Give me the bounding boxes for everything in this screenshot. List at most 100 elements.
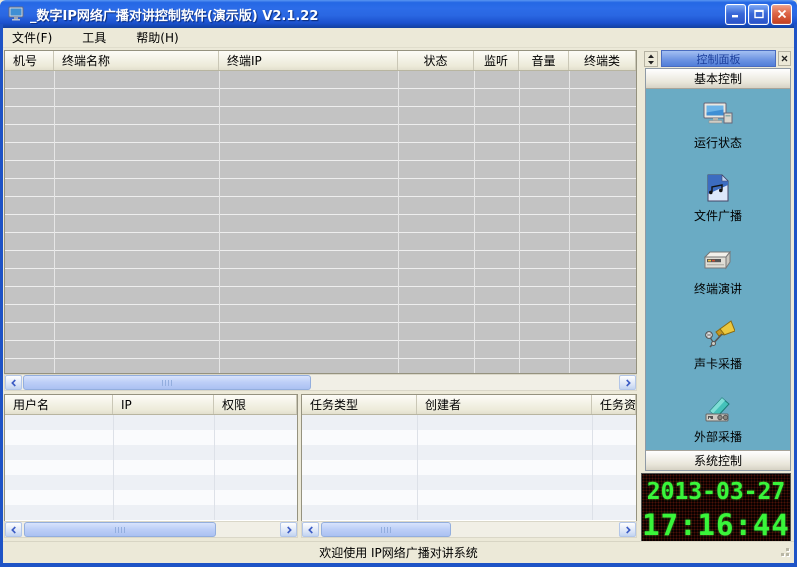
column-divider: [113, 415, 114, 520]
tasks-table-header: 任务类型 创建者 任务资源: [302, 395, 636, 415]
status-message: 欢迎使用 IP网络广播对讲系统: [319, 544, 478, 561]
col-header-terminal-ip[interactable]: 终端IP: [219, 51, 398, 70]
sidebar-item-external-broadcast[interactable]: 外部采播: [694, 393, 742, 445]
clock-date: 2013-03-27: [642, 476, 790, 508]
minimize-icon: [731, 9, 741, 19]
control-panel-titlebar[interactable]: 控制面板: [661, 50, 776, 67]
col-header-status[interactable]: 状态: [398, 51, 474, 70]
menu-file[interactable]: 文件(F): [3, 27, 61, 48]
sidebar-item-label: 外部采播: [694, 428, 742, 445]
column-divider: [474, 71, 475, 373]
terminal-table: 机号 终端名称 终端IP 状态 监听 音量 终端类: [4, 50, 637, 374]
sidebar-item-label: 运行状态: [694, 134, 742, 151]
window-controls: [725, 4, 792, 25]
microphone-horn-icon: [701, 318, 735, 352]
chevron-left-icon: [10, 526, 18, 534]
basic-control-label: 基本控制: [694, 70, 742, 87]
app-monitor-icon: [8, 6, 26, 22]
maximize-button[interactable]: [748, 4, 769, 25]
panel-expander-button[interactable]: [644, 51, 658, 67]
close-icon: [777, 9, 787, 19]
clock-time: 17:16:44: [642, 508, 790, 542]
thumb-grip-icon: [380, 526, 392, 534]
column-divider: [54, 71, 55, 373]
col-header-terminal-type[interactable]: 终端类: [569, 51, 636, 70]
column-divider: [398, 71, 399, 373]
col-header-username[interactable]: 用户名: [5, 395, 113, 414]
application-window: _数字IP网络广播对讲控制软件(演示版) V2.1.22 文件(F) 工具 帮助…: [0, 0, 797, 567]
tasks-table-hscrollbar[interactable]: [301, 521, 637, 538]
chevron-left-icon: [307, 526, 315, 534]
column-divider: [569, 71, 570, 373]
col-header-task-type[interactable]: 任务类型: [302, 395, 417, 414]
control-panel-title: 控制面板: [697, 51, 741, 67]
scroll-left-button[interactable]: [302, 522, 319, 537]
users-table-hscrollbar[interactable]: [4, 521, 298, 538]
minimize-button[interactable]: [725, 4, 746, 25]
capture-device-icon: [701, 393, 735, 425]
column-divider: [214, 415, 215, 520]
chevron-right-icon: [285, 526, 293, 534]
basic-control-section-header[interactable]: 基本控制: [646, 69, 790, 89]
column-divider: [219, 71, 220, 373]
sidebar-item-label: 终端演讲: [694, 280, 742, 297]
tasks-table-body[interactable]: [302, 415, 636, 520]
sidebar-item-soundcard-broadcast[interactable]: 声卡采播: [694, 318, 742, 372]
column-divider: [417, 415, 418, 520]
terminal-device-icon: [701, 245, 735, 277]
thumb-grip-icon: [114, 526, 126, 534]
col-header-ip[interactable]: IP: [113, 395, 214, 414]
menu-tools[interactable]: 工具: [73, 27, 115, 48]
scroll-track[interactable]: [22, 522, 280, 537]
up-down-arrows-icon: [647, 54, 655, 65]
control-panel-close-button[interactable]: [778, 51, 791, 66]
chevron-right-icon: [624, 379, 632, 387]
window-title: _数字IP网络广播对讲控制软件(演示版) V2.1.22: [30, 5, 725, 24]
sidebar-item-running-status[interactable]: 运行状态: [694, 99, 742, 151]
sidebar-item-label: 文件广播: [694, 207, 742, 224]
close-button[interactable]: [771, 4, 792, 25]
terminal-table-body[interactable]: [5, 71, 636, 373]
col-header-task-resource[interactable]: 任务资源: [592, 395, 636, 414]
control-panel: 基本控制 运行状态: [645, 68, 791, 471]
chevron-right-icon: [624, 526, 632, 534]
system-control-label: 系统控制: [694, 452, 742, 469]
status-bar: 欢迎使用 IP网络广播对讲系统: [3, 541, 794, 563]
scroll-left-button[interactable]: [5, 522, 22, 537]
close-icon: [781, 55, 788, 62]
scroll-right-button[interactable]: [280, 522, 297, 537]
col-header-volume[interactable]: 音量: [519, 51, 569, 70]
scroll-left-button[interactable]: [5, 375, 22, 390]
menu-bar: 文件(F) 工具 帮助(H): [3, 28, 794, 48]
basic-control-items: 运行状态 文件广播: [646, 89, 790, 450]
system-control-section-header[interactable]: 系统控制: [646, 450, 790, 470]
col-header-permission[interactable]: 权限: [214, 395, 297, 414]
users-table-header: 用户名 IP 权限: [5, 395, 297, 415]
scroll-thumb[interactable]: [24, 522, 216, 537]
chevron-left-icon: [10, 379, 18, 387]
resize-grip[interactable]: [777, 544, 789, 556]
col-header-creator[interactable]: 创建者: [417, 395, 592, 414]
menu-help[interactable]: 帮助(H): [127, 27, 187, 48]
column-divider: [519, 71, 520, 373]
led-clock: 2013-03-27 17:16:44: [641, 473, 791, 544]
title-bar[interactable]: _数字IP网络广播对讲控制软件(演示版) V2.1.22: [0, 0, 797, 28]
terminal-table-header: 机号 终端名称 终端IP 状态 监听 音量 终端类: [5, 51, 636, 71]
col-header-monitor[interactable]: 监听: [474, 51, 519, 70]
scroll-thumb[interactable]: [23, 375, 311, 390]
sidebar-item-file-broadcast[interactable]: 文件广播: [694, 172, 742, 224]
sidebar-item-terminal-speech[interactable]: 终端演讲: [694, 245, 742, 297]
scroll-thumb[interactable]: [321, 522, 451, 537]
scroll-track[interactable]: [22, 375, 619, 390]
col-header-machine-no[interactable]: 机号: [5, 51, 54, 70]
sidebar-item-label: 声卡采播: [694, 355, 742, 372]
users-table-body[interactable]: [5, 415, 297, 520]
users-panel: 用户名 IP 权限: [4, 394, 298, 538]
desktop-computer-icon: [701, 99, 735, 131]
maximize-icon: [754, 9, 764, 19]
scroll-right-button[interactable]: [619, 375, 636, 390]
scroll-right-button[interactable]: [619, 522, 636, 537]
col-header-terminal-name[interactable]: 终端名称: [54, 51, 219, 70]
scroll-track[interactable]: [319, 522, 619, 537]
terminal-table-hscrollbar[interactable]: [4, 374, 637, 391]
